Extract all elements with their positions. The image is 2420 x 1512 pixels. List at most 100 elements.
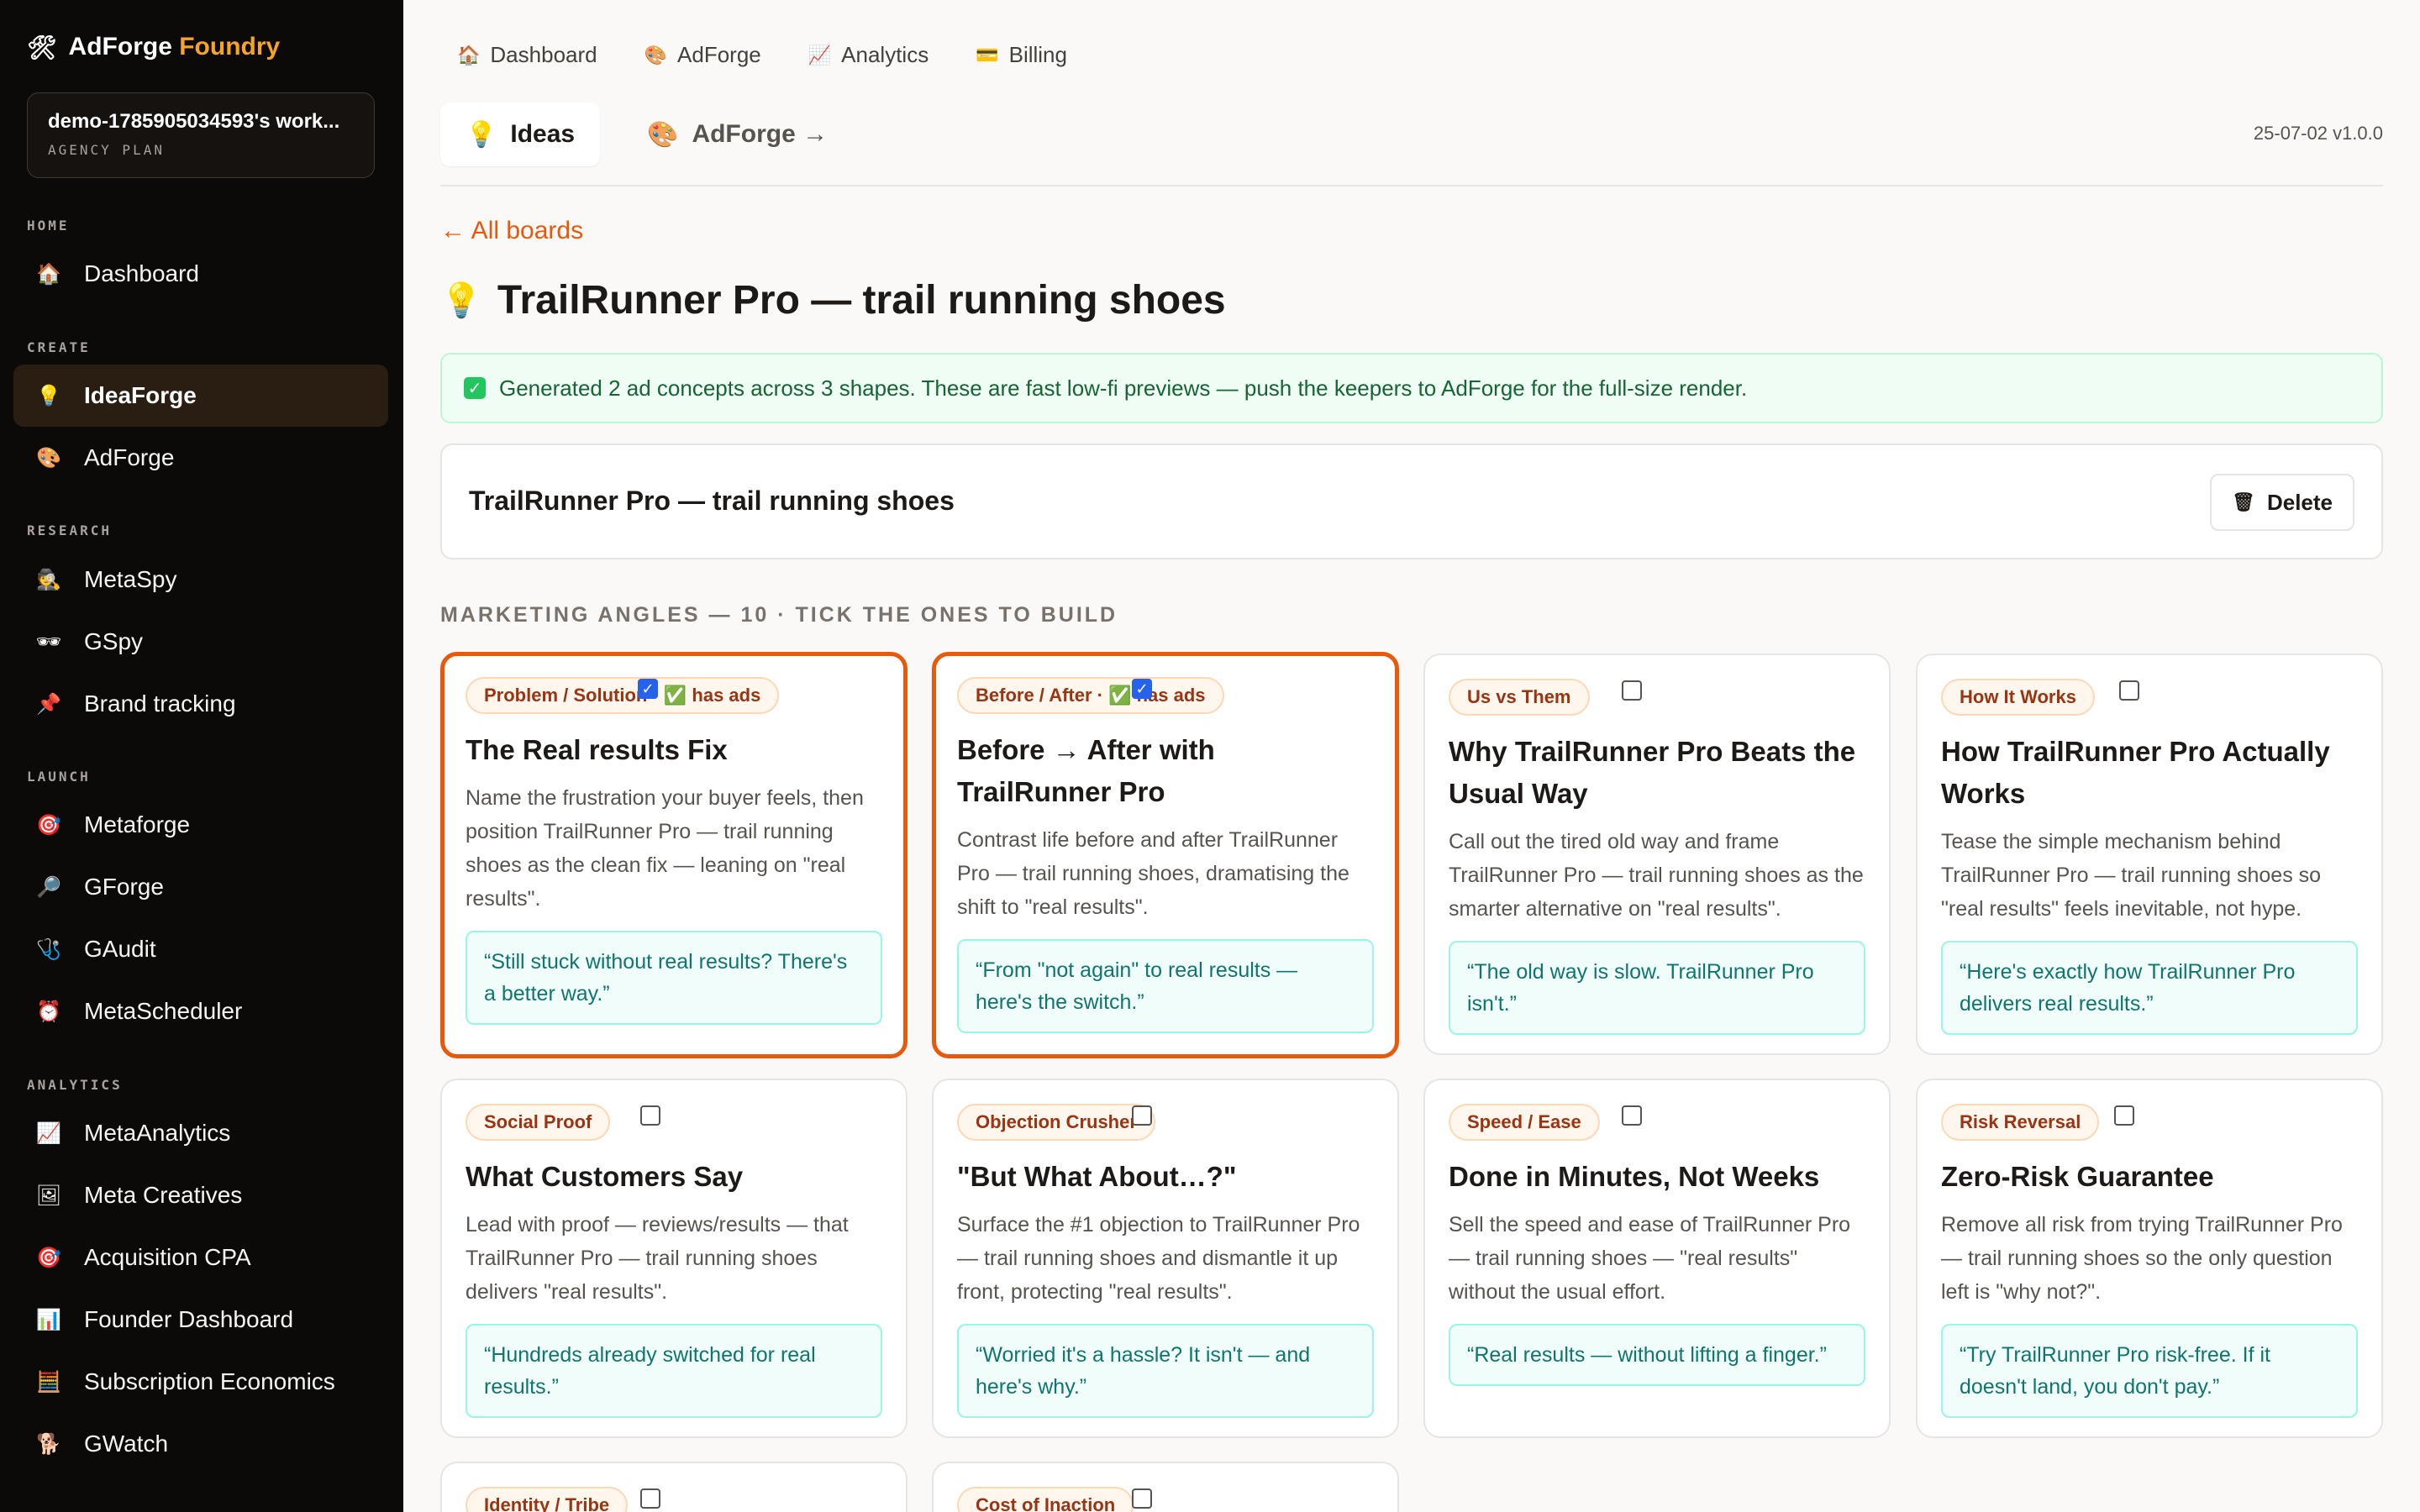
stethoscope-icon: 🩺 [36, 937, 61, 961]
house-icon: 🏠 [457, 44, 481, 66]
sidebar-item-gaudit[interactable]: 🩺 GAudit [13, 918, 388, 980]
lightbulb-icon: 💡 [440, 282, 482, 319]
angle-card[interactable]: Before / After · ✅ has ads ✓ Before → Af… [932, 652, 1399, 1058]
tab-adforge[interactable]: 🎨 AdForge → [622, 102, 853, 166]
angle-description: Lead with proof — reviews/results — that… [466, 1213, 849, 1304]
angle-checkbox[interactable]: ✓ [638, 679, 658, 699]
sidebar-item-adforge[interactable]: 🎨 AdForge [13, 427, 388, 489]
sidebar-item-metaanalytics[interactable]: 📈 MetaAnalytics [13, 1102, 388, 1164]
sidebar-item-metaspy[interactable]: 🕵 MetaSpy [13, 549, 388, 611]
topnav-analytics[interactable]: 📈 Analytics [808, 42, 929, 68]
angle-description: Sell the speed and ease of TrailRunner P… [1449, 1213, 1851, 1304]
angle-tag-row: Identity / Tribe [466, 1487, 882, 1512]
sidebar-item-metascheduler[interactable]: ⏰ MetaScheduler [13, 980, 388, 1042]
angle-tag: Identity / Tribe [466, 1487, 629, 1512]
check-icon: ✓ [464, 377, 486, 399]
angle-title: How TrailRunner Pro Actually Works [1941, 736, 2330, 809]
angle-tag: How It Works [1941, 679, 2095, 716]
angle-card[interactable]: Cost of Inaction [932, 1462, 1399, 1512]
target-icon: 🎯 [36, 813, 61, 837]
angle-tag: Social Proof [466, 1104, 611, 1141]
chart-up-icon: 📈 [36, 1121, 61, 1145]
angle-card[interactable]: Us vs Them Why TrailRunner Pro Beats the… [1423, 654, 1891, 1055]
angle-checkbox[interactable]: ✓ [1132, 679, 1152, 699]
sidebar-item-founder-dashboard[interactable]: 📊 Founder Dashboard [13, 1289, 388, 1351]
angle-title: Done in Minutes, Not Weeks [1449, 1161, 1820, 1192]
angle-title: The Real results Fix [466, 734, 728, 765]
angle-checkbox[interactable] [1622, 1105, 1642, 1126]
topnav-billing[interactable]: 💳 Billing [976, 42, 1067, 68]
angle-hook-quote: “Here's exactly how TrailRunner Pro deli… [1941, 941, 2358, 1035]
bar-chart-icon: 📊 [36, 1308, 61, 1331]
angle-checkbox[interactable] [2119, 680, 2139, 701]
board-name: TrailRunner Pro — trail running shoes [469, 486, 955, 516]
angle-card[interactable]: Risk Reversal Zero-Risk Guarantee Remove… [1916, 1079, 2383, 1438]
angle-tag-row: How It Works [1941, 679, 2358, 716]
angle-checkbox[interactable] [1132, 1488, 1152, 1509]
topnav-dashboard[interactable]: 🏠 Dashboard [457, 42, 597, 68]
sidebar-item-gwatch[interactable]: 🐕 GWatch [13, 1413, 388, 1475]
angle-tag: Before / After · ✅ has ads [957, 677, 1224, 714]
sidebar-item-gspy[interactable]: 🕶 GSpy [13, 611, 388, 673]
angle-tag-row: Speed / Ease [1449, 1104, 1865, 1141]
version-label: 25-07-02 v1.0.0 [2253, 123, 2383, 144]
angle-checkbox[interactable] [640, 1105, 660, 1126]
brand-logo[interactable]: 🛠 AdForge Foundry [27, 30, 280, 64]
workspace-plan: AGENCY PLAN [48, 142, 165, 158]
sidebar: 🛠 AdForge Foundry demo-1785905034593's w… [0, 0, 403, 1512]
angle-checkbox[interactable] [2114, 1105, 2134, 1126]
sidebar-item-label: Acquisition CPA [84, 1244, 251, 1270]
angle-description: Contrast life before and after TrailRunn… [957, 828, 1349, 919]
angle-checkbox[interactable] [640, 1488, 660, 1509]
sidebar-item-gforge[interactable]: 🔎 GForge [13, 856, 388, 918]
pushpin-icon: 📌 [36, 692, 61, 716]
angle-tag: Us vs Them [1449, 679, 1590, 716]
sidebar-item-label: GForge [84, 874, 164, 900]
credit-card-icon: 💳 [976, 44, 999, 66]
magnifier-icon: 🔎 [36, 875, 61, 899]
sidebar-item-subscription-economics[interactable]: 🧮 Subscription Economics [13, 1351, 388, 1413]
sidebar-item-meta-creatives[interactable]: 🖼 Meta Creatives [13, 1164, 388, 1226]
topnav-adforge[interactable]: 🎨 AdForge [644, 42, 761, 68]
angle-card[interactable]: Objection Crusher "But What About…?" Sur… [932, 1079, 1399, 1438]
angles-section-label: MARKETING ANGLES — 10 · TICK THE ONES TO… [440, 603, 1118, 627]
sidebar-item-label: Meta Creatives [84, 1182, 243, 1208]
angle-title: Why TrailRunner Pro Beats the Usual Way [1449, 736, 1856, 809]
hammer-wrench-icon: 🛠 [27, 34, 57, 60]
angle-card[interactable]: How It Works How TrailRunner Pro Actuall… [1916, 654, 2383, 1055]
brand-accent: Foundry [179, 33, 281, 60]
top-nav: 🏠 Dashboard 🎨 AdForge 📈 Analytics 💳 Billing [457, 42, 1067, 68]
board-header-card: TrailRunner Pro — trail running shoes 🗑 … [440, 444, 2383, 559]
sidebar-item-dashboard[interactable]: 🏠 Dashboard [13, 243, 388, 305]
angle-checkbox[interactable] [1622, 680, 1642, 701]
angle-hook-quote: “Real results — without lifting a finger… [1449, 1324, 1865, 1386]
all-boards-link[interactable]: ← All boards [440, 217, 583, 245]
section-label-analytics: ANALYTICS [27, 1077, 123, 1093]
sidebar-item-metaforge[interactable]: 🎯 Metaforge [13, 794, 388, 856]
sunglasses-icon: 🕶 [35, 630, 62, 654]
topnav-label: Dashboard [490, 42, 597, 67]
trash-icon: 🗑 [2232, 491, 2255, 512]
abacus-icon: 🧮 [36, 1370, 61, 1394]
sidebar-item-label: GSpy [84, 628, 144, 654]
angle-hook-quote: “The old way is slow. TrailRunner Pro is… [1449, 941, 1865, 1035]
angle-card[interactable]: Problem / Solution · ✅ has ads ✓ The Rea… [440, 652, 908, 1058]
angle-tag-row: Before / After · ✅ has ads ✓ [957, 677, 1374, 714]
delete-button[interactable]: 🗑 Delete [2210, 474, 2354, 531]
tab-ideas[interactable]: 💡 Ideas [440, 102, 601, 166]
sidebar-item-acquisition-cpa[interactable]: 🎯 Acquisition CPA [13, 1226, 388, 1289]
angle-description: Remove all risk from trying TrailRunner … [1941, 1213, 2343, 1304]
angle-checkbox[interactable] [1132, 1105, 1152, 1126]
angle-card[interactable]: Identity / Tribe [440, 1462, 908, 1512]
angle-description: Tease the simple mechanism behind TrailR… [1941, 830, 2322, 921]
lightbulb-icon: 💡 [36, 384, 61, 407]
sidebar-item-ideaforge[interactable]: 💡 IdeaForge [13, 365, 388, 427]
sidebar-item-brand-tracking[interactable]: 📌 Brand tracking [13, 673, 388, 735]
angle-card[interactable]: Speed / Ease Done in Minutes, Not Weeks … [1423, 1079, 1891, 1438]
workspace-switcher[interactable]: demo-1785905034593's work... AGENCY PLAN [27, 92, 375, 178]
dog-icon: 🐕 [36, 1432, 61, 1456]
lightbulb-icon: 💡 [466, 120, 497, 149]
section-label-research: RESEARCH [27, 522, 113, 538]
tab-label: Ideas [510, 120, 576, 148]
angle-card[interactable]: Social Proof What Customers Say Lead wit… [440, 1079, 908, 1438]
